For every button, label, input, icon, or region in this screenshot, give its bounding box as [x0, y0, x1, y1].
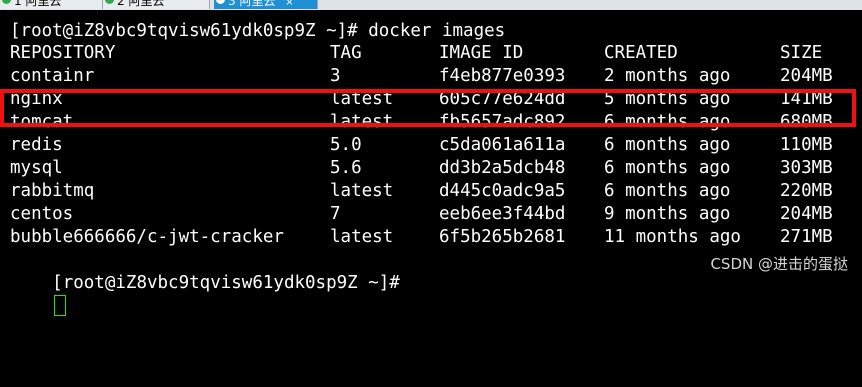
tab-label: 3 阿里云 — [228, 0, 276, 8]
row-created: 6 months ago — [604, 158, 731, 178]
row-image-id: dd3b2a5dcb48 — [439, 158, 566, 178]
tab-3[interactable]: 3 阿里云 × — [214, 0, 318, 9]
row-tag: 5.0 — [330, 135, 362, 155]
tab-label: 2 阿里云 — [117, 0, 165, 8]
row-created: 9 months ago — [604, 204, 731, 224]
session-status-icon — [105, 0, 114, 4]
header-tag: TAG — [330, 43, 362, 63]
row-image-id: 6f5b265b2681 — [439, 227, 566, 247]
row-size: 271MB — [780, 227, 833, 247]
terminal-window[interactable]: [root@iZ8vbc9tqvisw61ydk0sp9Z ~]# docker… — [0, 10, 862, 316]
header-repository: REPOSITORY — [10, 43, 116, 63]
row-tag: 3 — [330, 66, 341, 86]
tab-1[interactable]: 1 阿里云 — [0, 0, 103, 9]
table-row: mysql 5.6 dd3b2a5dcb48 6 months ago 303M… — [10, 157, 860, 180]
prompt-text: [root@iZ8vbc9tqvisw61ydk0sp9Z ~]# — [52, 273, 400, 293]
row-image-id: d445c0adc9a5 — [439, 181, 566, 201]
row-image-id: eeb6ee3f44bd — [439, 204, 566, 224]
tab-2[interactable]: 2 阿里云 — [103, 0, 210, 9]
row-repository: centos — [10, 204, 74, 224]
row-tag: latest — [330, 227, 394, 247]
row-tag: 7 — [330, 204, 341, 224]
command-line: [root@iZ8vbc9tqvisw61ydk0sp9Z ~]# docker… — [10, 21, 506, 41]
row-repository: redis — [10, 135, 63, 155]
row-size: 204MB — [780, 204, 833, 224]
highlight-annotation — [0, 89, 856, 127]
table-row: redis 5.0 c5da061a611a 6 months ago 110M… — [10, 134, 860, 157]
row-repository: mysql — [10, 158, 63, 178]
row-repository: containr — [10, 66, 95, 86]
row-size: 303MB — [780, 158, 833, 178]
close-tab-icon[interactable]: × — [285, 0, 293, 10]
row-created: 6 months ago — [604, 135, 731, 155]
tab-label: 1 阿里云 — [14, 0, 62, 8]
watermark: CSDN @进击的蛋挞 — [710, 255, 848, 273]
header-created: CREATED — [604, 43, 678, 63]
row-tag: latest — [330, 181, 394, 201]
table-row: bubble666666/c-jwt-cracker latest 6f5b26… — [10, 226, 860, 249]
tab-bar: 1 阿里云 2 阿里云 3 阿里云 × — [0, 0, 862, 10]
row-size: 110MB — [780, 135, 833, 155]
text-cursor — [54, 295, 67, 316]
row-size: 204MB — [780, 66, 833, 86]
prompt-line: [root@iZ8vbc9tqvisw61ydk0sp9Z ~]# — [10, 249, 400, 316]
row-repository: rabbitmq — [10, 181, 95, 201]
table-row: rabbitmq latest d445c0adc9a5 6 months ag… — [10, 180, 860, 203]
row-created: 6 months ago — [604, 181, 731, 201]
table-row: centos 7 eeb6ee3f44bd 9 months ago 204MB — [10, 203, 860, 226]
row-repository: bubble666666/c-jwt-cracker — [10, 227, 284, 247]
header-image-id: IMAGE ID — [439, 43, 524, 63]
row-created: 2 months ago — [604, 66, 731, 86]
table-header: REPOSITORY TAG IMAGE ID CREATED SIZE — [10, 42, 860, 65]
row-image-id: c5da061a611a — [439, 135, 566, 155]
session-status-icon — [2, 0, 11, 4]
row-created: 11 months ago — [604, 227, 741, 247]
header-size: SIZE — [780, 43, 823, 63]
row-image-id: f4eb877e0393 — [439, 66, 566, 86]
row-tag: 5.6 — [330, 158, 362, 178]
session-status-icon — [216, 0, 225, 4]
table-row: containr 3 f4eb877e0393 2 months ago 204… — [10, 65, 860, 88]
row-size: 220MB — [780, 181, 833, 201]
